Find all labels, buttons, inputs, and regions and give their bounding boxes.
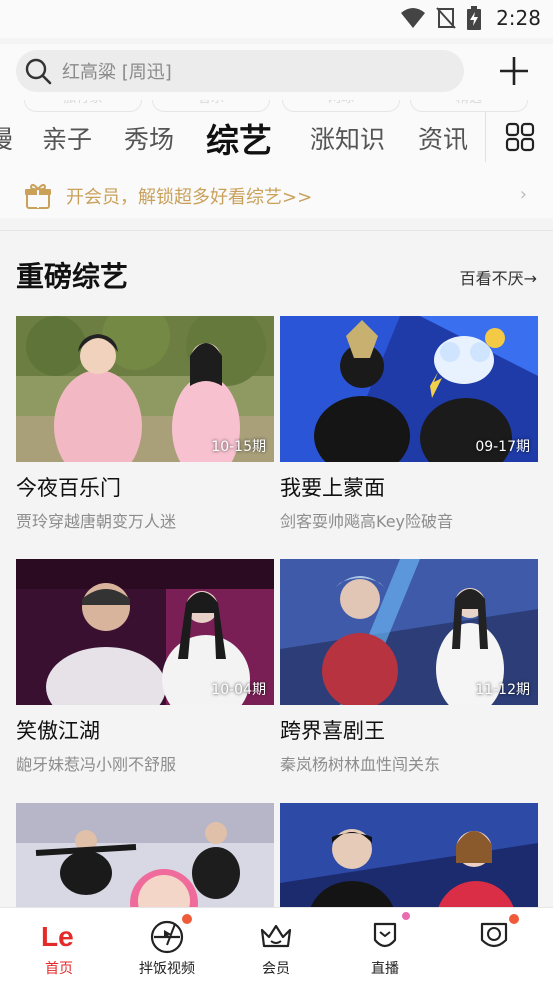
ghost-chip: 旅行家 bbox=[24, 100, 142, 112]
le-logo-icon: Le bbox=[41, 921, 74, 952]
nav-live-label: 直播 bbox=[371, 961, 399, 977]
tab-variety[interactable]: 综艺 bbox=[206, 114, 272, 162]
card-title: 笑傲江湖 bbox=[16, 719, 100, 743]
ghost-chip: 精选 bbox=[410, 100, 528, 112]
video-card[interactable] bbox=[280, 803, 538, 907]
video-card[interactable]: 11-12期 跨界喜剧王 秦岚杨树林血性闯关东 bbox=[280, 559, 538, 775]
video-thumbnail: 11-12期 bbox=[280, 559, 538, 705]
card-subtitle: 剑客耍帅飚高Key险破音 bbox=[280, 512, 454, 531]
nav-vip-label: 会员 bbox=[262, 961, 290, 977]
tab-news[interactable]: 资讯 bbox=[418, 120, 468, 156]
no-signal-icon bbox=[436, 7, 456, 29]
card-title: 跨界喜剧王 bbox=[280, 719, 385, 743]
status-icons: 2:28 bbox=[400, 6, 541, 30]
search-input[interactable]: 红高粱 [周迅] bbox=[16, 50, 464, 92]
nav-home[interactable]: Le 首页 bbox=[4, 908, 114, 983]
status-bar: 2:28 bbox=[0, 0, 553, 38]
search-placeholder: 红高粱 [周迅] bbox=[62, 62, 172, 83]
nav-vip[interactable]: 会员 bbox=[221, 908, 331, 983]
section-more-link[interactable]: 百看不厌→ bbox=[460, 265, 537, 289]
episode-badge: 11-12期 bbox=[475, 682, 530, 698]
vip-banner[interactable]: 开会员，解锁超多好看综艺>> › bbox=[0, 174, 553, 218]
ghost-tab-row: 旅行家 音乐 网球 精选 bbox=[0, 100, 553, 112]
tab-parenting[interactable]: 亲子 bbox=[42, 120, 92, 156]
tab-shows[interactable]: 秀场 bbox=[124, 120, 174, 156]
content-feed: 重磅综艺 百看不厌→ 10-15期 今夜百乐门 贾玲穿越唐朝变万人迷 09-17… bbox=[0, 231, 553, 907]
bottom-nav: Le 首页 拌饭视频 会员 直播 bbox=[0, 907, 553, 983]
nav-live[interactable]: 直播 bbox=[330, 908, 440, 983]
grid-icon bbox=[505, 122, 534, 152]
ghost-chip: 网球 bbox=[282, 100, 400, 112]
bowl-icon bbox=[150, 920, 184, 954]
episode-badge: 09-17期 bbox=[475, 439, 530, 455]
video-thumbnail bbox=[16, 803, 274, 907]
live-icon bbox=[373, 922, 397, 948]
nav-bowl-video-label: 拌饭视频 bbox=[139, 961, 195, 977]
profile-icon bbox=[480, 922, 508, 948]
card-subtitle: 贾玲穿越唐朝变万人迷 bbox=[16, 512, 177, 531]
crown-icon bbox=[260, 924, 292, 948]
nav-bowl-video[interactable]: 拌饭视频 bbox=[112, 908, 222, 983]
status-time: 2:28 bbox=[496, 6, 541, 30]
gift-icon bbox=[25, 183, 51, 209]
search-icon bbox=[25, 58, 52, 85]
video-card[interactable]: 09-17期 我要上蒙面 剑客耍帅飚高Key险破音 bbox=[280, 316, 538, 532]
tab-partial[interactable]: 漫 bbox=[0, 120, 13, 156]
section-title: 重磅综艺 bbox=[16, 260, 129, 293]
video-card[interactable] bbox=[16, 803, 274, 907]
episode-badge: 10-15期 bbox=[211, 439, 266, 455]
video-thumbnail: 09-17期 bbox=[280, 316, 538, 462]
badge-dot bbox=[402, 912, 410, 920]
thumbnail-image bbox=[280, 803, 538, 907]
nav-profile[interactable] bbox=[439, 908, 549, 983]
add-button[interactable] bbox=[497, 54, 531, 88]
card-subtitle: 龅牙妹惹冯小刚不舒服 bbox=[16, 755, 177, 774]
video-thumbnail: 10-04期 bbox=[16, 559, 274, 705]
video-card[interactable]: 10-04期 笑傲江湖 龅牙妹惹冯小刚不舒服 bbox=[16, 559, 274, 775]
card-title: 今夜百乐门 bbox=[16, 476, 121, 500]
card-subtitle: 秦岚杨树林血性闯关东 bbox=[280, 755, 441, 774]
chevron-right-icon: › bbox=[519, 184, 527, 205]
ghost-chip: 音乐 bbox=[152, 100, 270, 112]
episode-badge: 10-04期 bbox=[211, 682, 266, 698]
battery-charging-icon bbox=[467, 6, 482, 30]
category-tabs: 旅行家 音乐 网球 精选 漫 亲子 秀场 综艺 涨知识 资讯 bbox=[0, 100, 553, 174]
search-row: 红高粱 [周迅] bbox=[0, 44, 553, 100]
card-title: 我要上蒙面 bbox=[280, 476, 385, 500]
thumbnail-image bbox=[16, 803, 274, 907]
wifi-icon bbox=[401, 8, 426, 28]
video-thumbnail: 10-15期 bbox=[16, 316, 274, 462]
badge-dot bbox=[509, 914, 519, 924]
svg-text:Le: Le bbox=[41, 921, 74, 952]
badge-dot bbox=[182, 914, 192, 924]
nav-home-label: 首页 bbox=[45, 961, 73, 977]
vip-banner-text: 开会员，解锁超多好看综艺>> bbox=[66, 187, 313, 208]
tab-knowledge[interactable]: 涨知识 bbox=[310, 120, 385, 156]
video-thumbnail bbox=[280, 803, 538, 907]
video-card[interactable]: 10-15期 今夜百乐门 贾玲穿越唐朝变万人迷 bbox=[16, 316, 274, 532]
category-grid-button[interactable] bbox=[485, 112, 553, 162]
